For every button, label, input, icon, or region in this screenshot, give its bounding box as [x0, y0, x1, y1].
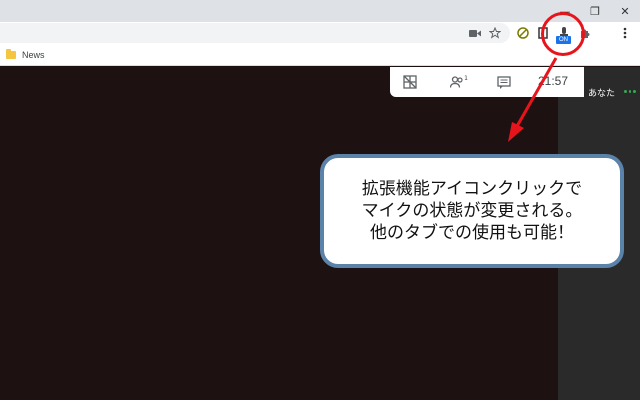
callout-line: 他のタブでの使用も可能！ [370, 223, 574, 243]
callout-line: マイクの状態が変更される。 [361, 201, 583, 221]
callout-line: 拡張機能アイコンクリックで [361, 179, 583, 199]
browser-window: — ❐ ✕ ON News 1 21:57 あなた 拡張機能アイコンクリックで … [0, 0, 640, 400]
annotation-callout: 拡張機能アイコンクリックで マイクの状態が変更される。 他のタブでの使用も可能！ [320, 154, 624, 268]
